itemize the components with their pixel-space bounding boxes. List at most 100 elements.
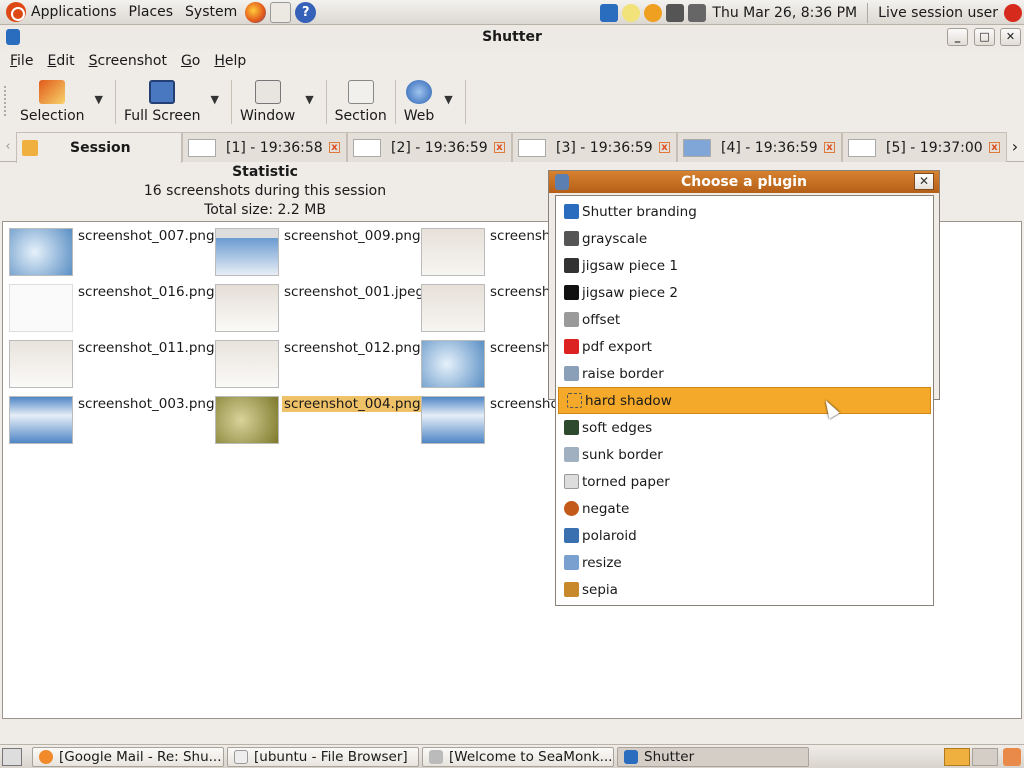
thumbnail [421,396,485,444]
mail-launcher-icon[interactable] [270,1,292,23]
volume-icon[interactable] [688,3,707,22]
puzzle-icon [564,285,579,300]
help-launcher-icon[interactable]: ? [295,1,317,23]
tab-scroll-left-icon[interactable]: ‹ [0,132,16,161]
menu-help[interactable]: Help [207,53,253,69]
list-item[interactable]: screenshot_004.png [215,396,423,444]
tab-1[interactable]: [1] - 19:36:58 x [182,132,347,162]
show-desktop-icon[interactable] [2,747,22,766]
menu-go[interactable]: Go [174,53,207,69]
pdf-icon [564,339,579,354]
close-window-button[interactable]: ✕ [1000,28,1021,46]
close-tab-icon[interactable]: x [494,142,505,153]
list-item[interactable]: screenshot_016.png [9,284,217,332]
system-menu[interactable]: System [179,0,243,25]
session-user[interactable]: Live session user [878,5,1002,21]
firefox-launcher-icon[interactable] [245,1,267,23]
trash-icon[interactable] [1003,748,1021,766]
applications-menu-label: Applications [31,4,117,20]
shutter-app-icon[interactable] [6,29,20,45]
fullscreen-dropdown-arrow[interactable]: ▼ [201,74,223,106]
list-item[interactable]: screenshot_011.png [9,340,217,388]
thumbnail [421,340,485,388]
list-item[interactable]: screensho [421,228,561,276]
places-menu[interactable]: Places [123,0,180,25]
tab-label: Session [70,140,131,156]
workspace-1[interactable] [944,748,970,766]
menu-screenshot[interactable]: Screenshot [82,53,174,69]
list-item[interactable]: screenshot_009.png [215,228,423,276]
plugin-item[interactable]: offset [556,306,933,333]
plugin-item[interactable]: jigsaw piece 2 [556,279,933,306]
power-icon[interactable] [1004,3,1022,22]
network-icon[interactable] [666,3,685,22]
tab-2[interactable]: [2] - 19:36:59 x [347,132,512,162]
plugin-item[interactable]: negate [556,495,933,522]
window-icon [254,80,281,104]
task-shutter[interactable]: Shutter [617,746,809,767]
tab-thumbnail [188,138,216,157]
plugin-item-highlighted[interactable]: hard shadow [558,387,931,414]
plugin-item[interactable]: torned paper [556,468,933,495]
plugin-item[interactable]: sepia [556,576,933,603]
thumbnail [9,340,73,388]
plugin-item[interactable]: resize [556,549,933,576]
tab-3[interactable]: [3] - 19:36:59 x [512,132,677,162]
dialog-header[interactable]: Choose a plugin ✕ [549,171,939,193]
web-dropdown-arrow[interactable]: ▼ [434,74,456,106]
list-item[interactable]: screenshot_001.jpeg [215,284,426,332]
workspace-2[interactable] [972,748,998,766]
task-seamonkey[interactable]: [Welcome to SeaMonk... [422,746,614,767]
list-item[interactable]: screenshot [421,396,566,444]
plugin-label: hard shadow [585,392,672,409]
tab-label: [5] - 19:37:00 [886,139,983,156]
close-dialog-button[interactable]: ✕ [914,173,934,190]
window-button[interactable]: Window [240,74,295,130]
plugin-item[interactable]: pdf export [556,333,933,360]
list-item[interactable]: screenshot_012.png [215,340,423,388]
plugin-item[interactable]: polaroid [556,522,933,549]
tab-session[interactable]: Session [16,132,182,163]
fullscreen-label: Full Screen [124,108,201,124]
plugin-item[interactable]: jigsaw piece 1 [556,252,933,279]
tab-4[interactable]: [4] - 19:36:59 x [677,132,842,162]
shutter-tray-icon[interactable] [600,3,619,22]
list-item[interactable]: screensho [421,284,561,332]
section-button[interactable]: Section [335,74,387,130]
menu-file[interactable]: File [0,53,40,69]
minimize-button[interactable]: _ [947,28,968,46]
close-tab-icon[interactable]: x [989,142,1000,153]
list-item[interactable]: screensho [421,340,561,388]
plugin-item[interactable]: sunk border [556,441,933,468]
thumbnail [421,228,485,276]
bulb-icon[interactable] [622,3,641,22]
task-google-mail[interactable]: [Google Mail - Re: Shu... [32,746,224,767]
selection-dropdown-arrow[interactable]: ▼ [85,74,107,106]
menu-edit[interactable]: Edit [40,53,81,69]
update-icon[interactable] [644,3,663,22]
plugin-item[interactable]: raise border [556,360,933,387]
plugin-icon [564,528,579,543]
tab-label: [2] - 19:36:59 [391,139,488,156]
close-tab-icon[interactable]: x [659,142,670,153]
task-file-browser[interactable]: [ubuntu - File Browser] [227,746,419,767]
selection-button[interactable]: Selection [20,74,85,130]
plugin-item[interactable]: grayscale [556,225,933,252]
close-tab-icon[interactable]: x [824,142,835,153]
maximize-button[interactable]: □ [974,28,995,46]
close-tab-icon[interactable]: x [329,142,340,153]
applications-menu[interactable]: Applications [0,0,123,25]
globe-icon [405,80,432,104]
list-item[interactable]: screenshot_003.png [9,396,217,444]
toolbar-grip[interactable] [4,86,10,116]
window-titlebar[interactable]: Shutter _ □ ✕ [0,25,1024,49]
fullscreen-button[interactable]: Full Screen [124,74,201,130]
tab-5[interactable]: [5] - 19:37:00 x [842,132,1007,162]
web-button[interactable]: Web [404,74,434,130]
plugin-item[interactable]: soft edges [556,414,933,441]
clock[interactable]: Thu Mar 26, 8:36 PM [708,5,867,21]
list-item[interactable]: screenshot_007.png [9,228,217,276]
window-dropdown-arrow[interactable]: ▼ [295,74,317,106]
tab-scroll-right-icon[interactable]: › [1007,132,1023,161]
plugin-item[interactable]: Shutter branding [556,198,933,225]
